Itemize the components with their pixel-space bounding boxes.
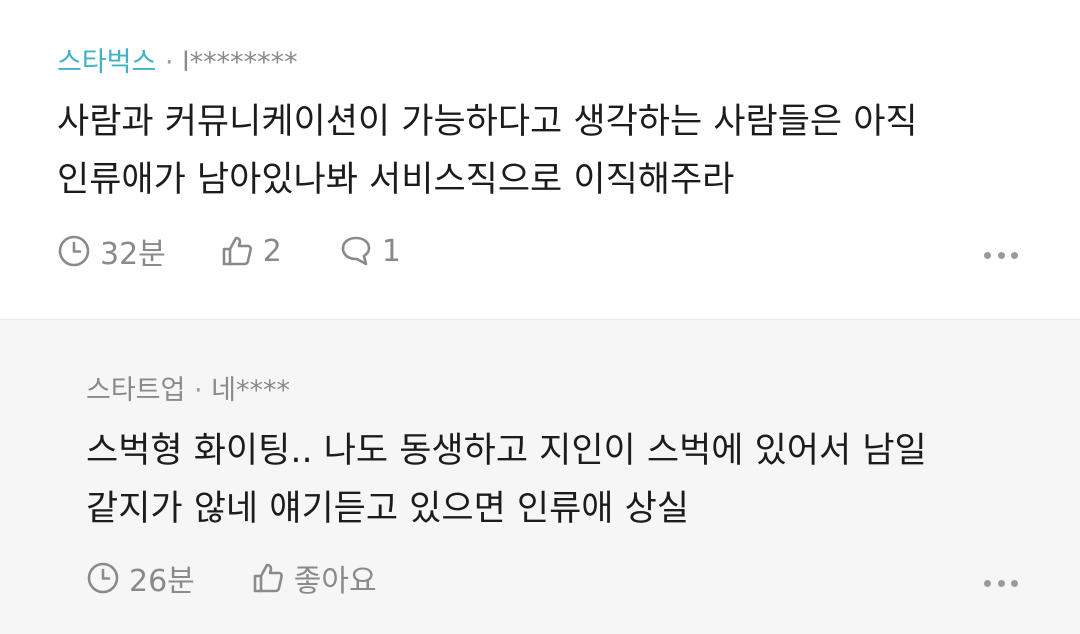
like-button[interactable]: 2	[220, 234, 282, 269]
comment-button[interactable]: 1	[339, 234, 401, 269]
meta-separator: ·	[193, 375, 203, 406]
comment-line: 인류애가 남아있나봐 서비스직으로 이직해주라	[57, 160, 735, 200]
like-label: 좋아요	[293, 564, 377, 599]
more-icon[interactable]	[984, 250, 1018, 260]
clock-icon	[86, 561, 120, 595]
meta-separator: ·	[164, 47, 174, 78]
company-name[interactable]: 스타트업	[86, 375, 185, 406]
more-dot	[997, 579, 1005, 587]
comment-line: 사람과 커뮤니케이션이 가능하다고 생각하는 사람들은 아직	[57, 102, 918, 142]
more-icon[interactable]	[984, 578, 1018, 588]
time-label: 26분	[129, 564, 195, 599]
comment-card: 스타벅스 · l******** 사람과 커뮤니케이션이 가능하다고 생각하는 …	[0, 0, 1080, 317]
comment-meta: 스타벅스 · l********	[57, 40, 298, 79]
clock-icon	[57, 234, 91, 268]
more-dot	[984, 579, 991, 587]
more-dot	[997, 251, 1005, 259]
like-count: 2	[262, 233, 282, 269]
more-dot	[1011, 251, 1018, 259]
reply-line: 같지가 않네 얘기듣고 있으면 인류애 상실	[86, 489, 690, 529]
company-name[interactable]: 스타벅스	[57, 47, 156, 78]
thumbs-up-icon	[251, 561, 285, 595]
more-dot	[1011, 579, 1018, 587]
author-name: l********	[182, 47, 298, 78]
thumbs-up-icon	[220, 234, 254, 268]
reply-body: 스벅형 화이팅.. 나도 동생하고 지인이 스벅에 있어서 남일 같지가 않네 …	[86, 422, 927, 538]
comment-body: 사람과 커뮤니케이션이 가능하다고 생각하는 사람들은 아직 인류애가 남아있나…	[57, 93, 918, 209]
timestamp: 32분	[57, 229, 166, 273]
time-label: 32분	[100, 237, 166, 272]
more-dot	[984, 251, 991, 259]
reply-card: 스타트업 · 네**** 스벅형 화이팅.. 나도 동생하고 지인이 스벅에 있…	[0, 319, 1080, 634]
comment-count: 1	[381, 233, 401, 269]
reply-actions: 26분 좋아요	[86, 556, 377, 600]
timestamp: 26분	[86, 556, 195, 600]
reply-meta: 스타트업 · 네****	[86, 368, 290, 407]
reply-line: 스벅형 화이팅.. 나도 동생하고 지인이 스벅에 있어서 남일	[86, 431, 927, 471]
comment-icon	[339, 234, 373, 268]
author-name: 네****	[211, 375, 290, 406]
comment-actions: 32분 2 1	[57, 229, 401, 273]
like-button[interactable]: 좋아요	[251, 556, 377, 600]
